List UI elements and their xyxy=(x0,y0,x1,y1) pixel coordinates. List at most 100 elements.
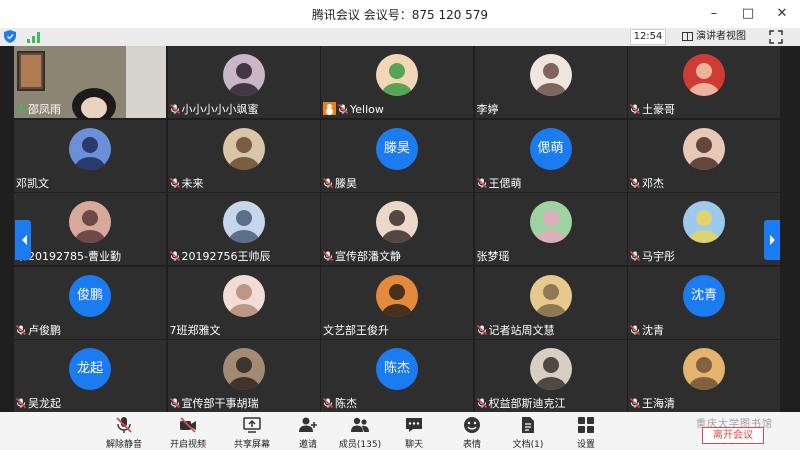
mic-muted-icon xyxy=(630,398,640,408)
participant-tile[interactable]: 滕昊 滕昊 xyxy=(321,119,473,192)
participant-tile[interactable]: 俊鹏 卢俊鹏 xyxy=(14,266,166,339)
invite-label: 邀请 xyxy=(298,440,317,450)
host-badge-icon xyxy=(323,102,336,115)
share-screen-button[interactable]: 共享屏幕 xyxy=(222,414,282,450)
participant-avatar xyxy=(69,127,111,170)
participant-tile[interactable]: 李婷 xyxy=(474,46,627,118)
participant-name: 记者站周文慧 xyxy=(476,323,555,338)
members-button[interactable]: 成员(135) xyxy=(330,414,390,450)
participant-name: 权益部斯迪克江 xyxy=(476,396,566,411)
meeting-clock: 12:54 xyxy=(630,29,666,45)
unmute-label: 解除静音 xyxy=(105,440,142,450)
mic-muted-icon xyxy=(476,324,487,335)
participant-avatar: 龙起 xyxy=(69,348,111,390)
participant-tile[interactable]: 权益部斯迪克江 xyxy=(474,340,627,412)
start-video-button[interactable]: 开启视频 xyxy=(158,414,218,450)
participant-name-text: 邓凯文 xyxy=(16,176,49,190)
participant-name: 未来 xyxy=(169,176,204,191)
participant-tile[interactable]: 20192756王帅辰 xyxy=(167,193,320,265)
participant-avatar xyxy=(222,274,265,317)
mic-muted-icon xyxy=(169,251,180,261)
participant-name-text: 权益部斯迪克江 xyxy=(488,397,566,410)
participant-tile[interactable]: 小小小小小飒蜜 xyxy=(167,46,320,118)
participant-tile[interactable]: 邓凯文 xyxy=(14,119,166,192)
participant-name: 王海清 xyxy=(630,396,675,411)
participant-tile[interactable]: 文艺部王俊升 xyxy=(321,266,473,339)
participant-name-text: Yellow xyxy=(350,103,384,116)
chat-icon xyxy=(406,418,422,432)
speaker-view-button[interactable]: 演讲者视图 xyxy=(680,29,756,45)
participant-tile[interactable]: 邵凤雨 xyxy=(14,46,166,118)
participant-name: 文艺部王俊升 xyxy=(323,323,389,338)
minimize-button[interactable]: – xyxy=(704,4,724,24)
previous-page-arrow[interactable] xyxy=(15,220,31,260)
participant-avatar xyxy=(69,201,111,243)
participant-tile[interactable]: 王海清 xyxy=(628,340,780,412)
settings-button[interactable]: 设置 xyxy=(556,414,616,450)
participant-name-text: 滕昊 xyxy=(335,176,357,190)
participant-avatar xyxy=(529,348,572,390)
participant-tile[interactable]: 沈青 沈青 xyxy=(628,266,780,339)
participant-tile[interactable]: 未来 xyxy=(167,119,320,192)
members-label: 成员(135) xyxy=(338,440,382,450)
participant-gallery: 邵凤雨 小小小小小飒蜜 Yellow 李婷 土豪哥 邓凯文 未来 滕昊 滕昊 偲萌 王偲萌 邓杰 201… xyxy=(14,46,780,412)
participant-name: 王偲萌 xyxy=(476,176,522,191)
unmute-button[interactable]: 解除静音 xyxy=(94,414,154,450)
maximize-button[interactable]: □ xyxy=(738,4,758,24)
participant-name-text: 吴龙起 xyxy=(28,397,61,410)
settings-grid-icon xyxy=(578,417,594,433)
participant-name-text: 王偲萌 xyxy=(488,176,522,190)
participant-avatar: 陈杰 xyxy=(376,348,418,390)
invite-button[interactable]: 邀请 xyxy=(278,414,338,450)
participant-name-text: 卢俊鹏 xyxy=(28,323,61,337)
participant-name-text: 土豪哥 xyxy=(642,103,675,116)
participant-name: 土豪哥 xyxy=(630,102,675,117)
participant-name: 滕昊 xyxy=(323,176,357,191)
leave-area: 重庆大学图书馆 离开会议 xyxy=(666,412,786,450)
participant-tile[interactable]: 宣传部干事胡瑞 xyxy=(167,340,320,412)
window-title: 腾讯会议 会议号：875 120 579 xyxy=(311,8,489,22)
reactions-button[interactable]: 表情 xyxy=(442,414,502,450)
mic-muted-icon xyxy=(630,177,640,188)
participant-avatar xyxy=(683,348,725,390)
participant-tile[interactable]: 马宇彤 xyxy=(628,193,780,265)
mic-muted-icon xyxy=(630,324,640,335)
participant-name-text: 未来 xyxy=(181,176,204,190)
participant-tile[interactable]: 张梦瑶 xyxy=(474,193,627,265)
participant-tile[interactable]: 记者站周文慧 xyxy=(474,266,627,339)
participant-tile[interactable]: 龙起 吴龙起 xyxy=(14,340,166,412)
participant-avatar: 滕昊 xyxy=(376,127,418,170)
mic-muted-icon xyxy=(169,177,180,188)
participant-tile[interactable]: 20192785-曹业勤 xyxy=(14,193,166,265)
participant-tile[interactable]: 陈杰 陈杰 xyxy=(321,340,473,412)
participant-avatar: 偲萌 xyxy=(529,127,572,170)
participant-tile[interactable]: 宣传部潘文静 xyxy=(321,193,473,265)
participant-name: 邓凯文 xyxy=(16,176,49,191)
participant-tile[interactable]: 土豪哥 xyxy=(628,46,780,118)
chat-button[interactable]: 聊天 xyxy=(384,414,444,450)
leave-meeting-button[interactable]: 离开会议 xyxy=(702,427,764,444)
participant-avatar xyxy=(376,54,418,96)
participant-tile[interactable]: 7班郑雅文 xyxy=(167,266,320,339)
shield-icon[interactable] xyxy=(4,30,16,43)
participant-name-text: 小小小小小飒蜜 xyxy=(181,103,259,116)
network-signal-icon[interactable] xyxy=(27,31,41,43)
participant-name-text: 记者站周文慧 xyxy=(488,323,555,337)
mic-muted-icon xyxy=(323,177,333,188)
participant-name-text: 7班郑雅文 xyxy=(169,323,221,337)
participant-tile[interactable]: 偲萌 王偲萌 xyxy=(474,119,627,192)
participant-tile[interactable]: 邓杰 xyxy=(628,119,780,192)
mic-muted-icon xyxy=(476,177,487,188)
speaker-view-label: 演讲者视图 xyxy=(696,31,746,42)
mic-muted-icon xyxy=(323,398,333,408)
participant-avatar xyxy=(222,348,265,390)
close-button[interactable]: ✕ xyxy=(772,4,792,24)
documents-button[interactable]: 文档(1) xyxy=(498,414,558,450)
participant-tile[interactable]: Yellow xyxy=(321,46,473,118)
participant-name: 宣传部干事胡瑞 xyxy=(169,396,259,411)
participant-avatar xyxy=(529,54,572,96)
fullscreen-icon[interactable] xyxy=(768,29,784,45)
mic-muted-icon xyxy=(169,104,180,114)
participant-name: 20192756王帅辰 xyxy=(169,249,271,264)
next-page-arrow[interactable] xyxy=(764,220,780,260)
